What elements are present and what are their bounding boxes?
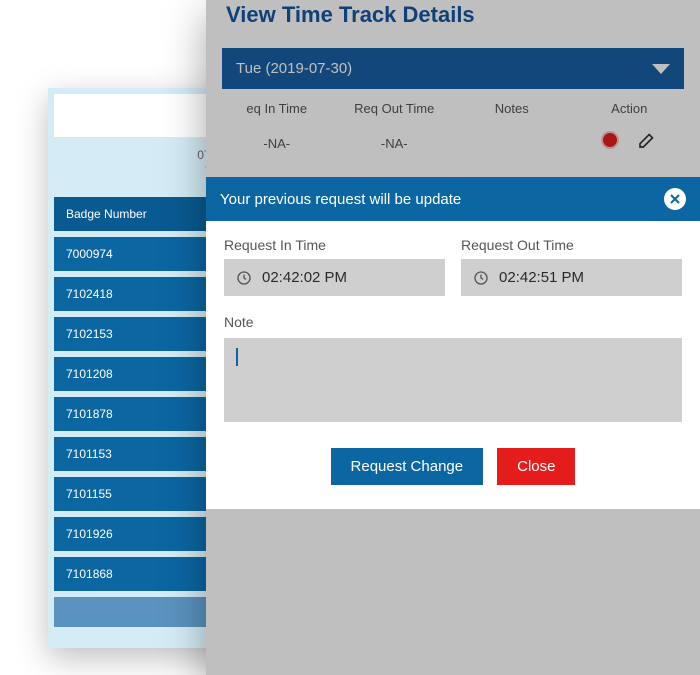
badge-number: 7000974 [66, 247, 113, 261]
record-status-icon[interactable] [603, 133, 617, 147]
label-note: Note [224, 314, 254, 330]
request-in-time-input[interactable]: 02:42:02 PM [224, 259, 445, 296]
badge-number: 7101878 [66, 407, 113, 421]
clock-icon [236, 270, 252, 286]
cell-req-out: -NA- [336, 136, 454, 151]
col-req-in: eq In Time [218, 101, 336, 116]
note-textarea[interactable] [224, 338, 682, 422]
badge-number: 7101208 [66, 367, 113, 381]
col-req-out: Req Out Time [336, 101, 454, 116]
request-in-time-value: 02:42:02 PM [262, 269, 347, 286]
badge-number: 7101868 [66, 567, 113, 581]
cell-action [571, 132, 689, 155]
date-select[interactable]: Tue (2019-07-30) [222, 48, 684, 89]
date-select-label: Tue (2019-07-30) [236, 60, 352, 77]
col-action: Action [571, 101, 689, 116]
badge-number: 7101926 [66, 527, 113, 541]
edit-icon[interactable] [635, 132, 655, 155]
request-update-modal: Your previous request will be update Req… [206, 177, 700, 509]
col-notes: Notes [453, 101, 571, 116]
clock-icon [473, 270, 489, 286]
close-button[interactable]: Close [497, 448, 575, 485]
request-out-time-value: 02:42:51 PM [499, 269, 584, 286]
details-title: View Time Track Details [206, 0, 700, 38]
text-caret-icon [236, 348, 238, 366]
badge-number: 7102153 [66, 327, 113, 341]
label-request-out-time: Request Out Time [461, 237, 682, 253]
details-column-headers: eq In Time Req Out Time Notes Action [206, 101, 700, 122]
request-change-button[interactable]: Request Change [331, 448, 484, 485]
label-request-in-time: Request In Time [224, 237, 445, 253]
request-out-time-input[interactable]: 02:42:51 PM [461, 259, 682, 296]
modal-banner: Your previous request will be update [206, 177, 700, 221]
details-row: -NA- -NA- [206, 122, 700, 167]
chevron-down-icon [652, 64, 670, 74]
close-icon[interactable] [664, 188, 686, 210]
badge-number: 7101155 [66, 487, 112, 501]
cell-req-in: -NA- [218, 136, 336, 151]
modal-banner-text: Your previous request will be update [220, 191, 461, 208]
badge-number: 7102418 [66, 287, 113, 301]
badge-number: 7101153 [66, 447, 112, 461]
